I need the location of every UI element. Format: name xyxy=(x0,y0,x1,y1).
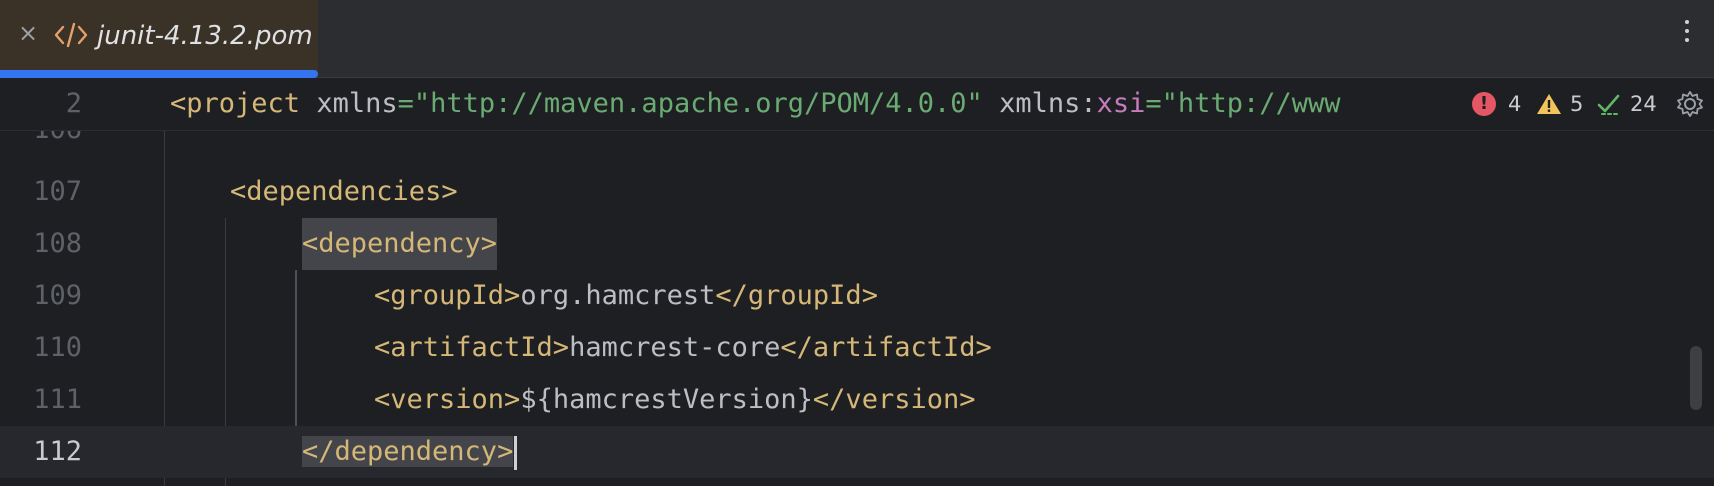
xml-tag: <groupId> xyxy=(374,280,521,311)
code-line: 109 <groupId>org.hamcrest</groupId> xyxy=(0,270,1714,322)
code-line: 111 <version>${hamcrestVersion}</version… xyxy=(0,374,1714,426)
text-caret xyxy=(514,435,518,470)
xml-file-icon xyxy=(54,22,88,48)
code-line: 108 <dependency> xyxy=(0,218,1714,270)
weak-warnings-counter[interactable]: 24 xyxy=(1596,91,1676,117)
line-number: 110 xyxy=(33,332,82,363)
xml-attr-value: "http://www xyxy=(1161,88,1341,119)
xml-eq: = xyxy=(1145,88,1162,119)
xml-text: hamcrest-core xyxy=(569,332,781,363)
active-tab-indicator xyxy=(0,70,318,78)
xml-attr: xmlns xyxy=(316,88,398,119)
ide-editor-window: × junit-4.13.2.pom 106 107 <dependencies… xyxy=(0,0,1714,486)
dependencies-open-tag: <dependencies> xyxy=(230,176,458,207)
line-number: 108 xyxy=(33,228,82,259)
code-text: <groupId>org.hamcrest</groupId> xyxy=(374,270,878,322)
xml-tag: <version> xyxy=(374,384,521,415)
errors-count: 4 xyxy=(1508,92,1522,116)
vertical-scrollbar[interactable] xyxy=(1690,346,1702,410)
line-number: 111 xyxy=(33,384,82,415)
code-text: <artifactId>hamcrest-core</artifactId> xyxy=(374,322,992,374)
gear-icon[interactable] xyxy=(1675,89,1705,119)
code-editor[interactable]: 106 107 <dependencies> 108 <dependency> … xyxy=(0,78,1714,486)
tab-title: junit-4.13.2.pom xyxy=(97,21,313,51)
dependency-close-tag: </dependency> xyxy=(302,436,514,467)
xml-tag: <artifactId> xyxy=(374,332,570,363)
line-number: 112 xyxy=(33,436,82,467)
code-line: 110 <artifactId>hamcrest-core</artifactI… xyxy=(0,322,1714,374)
xml-text: ${hamcrestVersion} xyxy=(520,384,813,415)
xml-namespace: xsi xyxy=(1096,88,1146,119)
error-icon: ! xyxy=(1472,92,1496,116)
warning-icon xyxy=(1537,94,1561,114)
code-text: </dependency> xyxy=(302,426,518,478)
current-code-line: 112 </dependency> xyxy=(0,426,1714,478)
more-options-icon[interactable] xyxy=(1682,20,1692,50)
code-text: <version>${hamcrestVersion}</version> xyxy=(374,374,975,426)
inspections-widget[interactable]: ! 4 5 24 xyxy=(1470,78,1714,130)
warnings-counter[interactable]: 5 xyxy=(1536,91,1596,117)
sticky-scroll-header[interactable]: 2 <project xmlns="http://maven.apache.or… xyxy=(0,78,1714,131)
line-number: 107 xyxy=(33,176,82,207)
line-number: 2 xyxy=(65,88,82,119)
close-icon[interactable]: × xyxy=(17,21,39,45)
xml-tag: <project xyxy=(170,88,301,119)
editor-tab-bar: × junit-4.13.2.pom xyxy=(0,0,1714,78)
xml-attr: xmlns: xyxy=(999,88,1097,119)
weak-warnings-count: 24 xyxy=(1630,92,1657,116)
xml-tag: </groupId> xyxy=(715,280,878,311)
dependency-open-tag: <dependency> xyxy=(302,218,498,270)
warnings-count: 5 xyxy=(1570,92,1584,116)
xml-attr-value: "http://maven.apache.org/POM/4.0.0" xyxy=(413,88,983,119)
xml-eq: = xyxy=(397,88,414,119)
weak-warning-icon xyxy=(1597,94,1620,115)
sticky-code-text: <project xmlns="http://maven.apache.org/… xyxy=(170,78,1465,130)
xml-tag: </version> xyxy=(812,384,976,415)
errors-counter[interactable]: ! 4 xyxy=(1472,91,1536,117)
xml-text: org.hamcrest xyxy=(520,280,716,311)
line-number: 109 xyxy=(33,280,82,311)
code-line: 107 <dependencies> xyxy=(0,166,1714,218)
tab-junit-pom[interactable]: × junit-4.13.2.pom xyxy=(0,0,318,78)
xml-tag: </artifactId> xyxy=(780,332,992,363)
